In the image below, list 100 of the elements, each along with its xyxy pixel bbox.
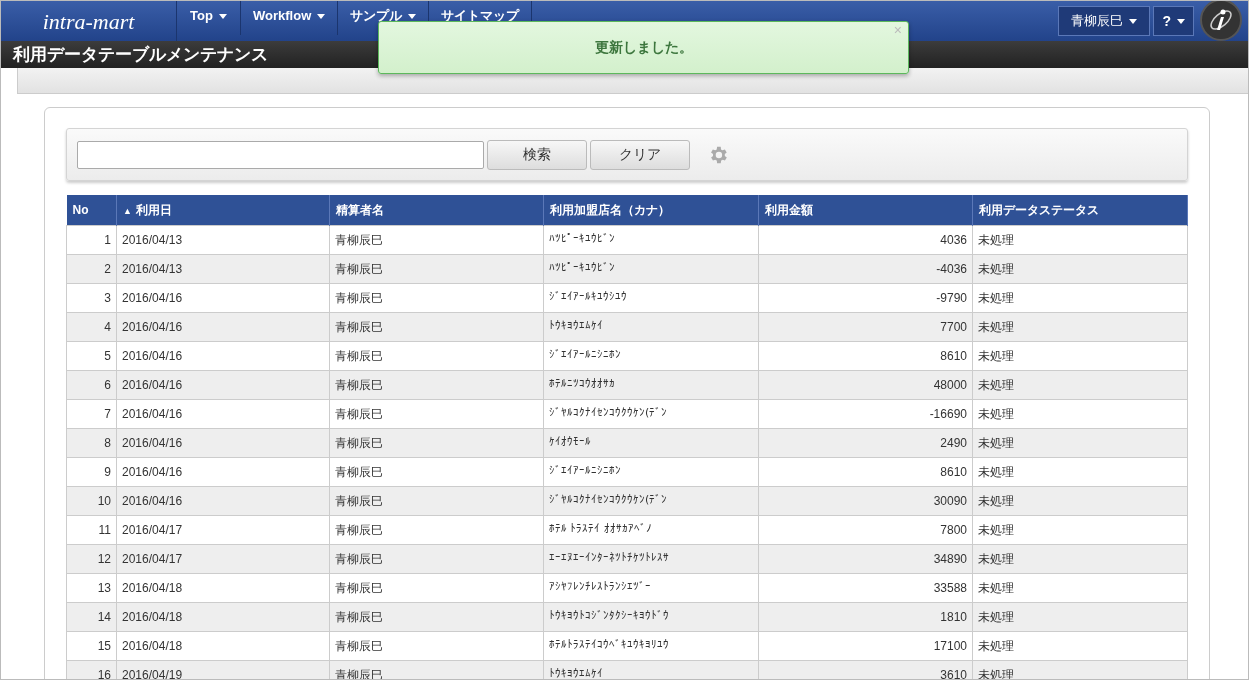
table-cell: 青柳辰巳 <box>335 348 383 363</box>
column-header[interactable]: 利用金額 <box>758 195 973 225</box>
table-cell: 30090 <box>933 493 967 508</box>
table-cell: 青柳辰巳 <box>335 493 383 508</box>
table-cell: 青柳辰巳 <box>335 319 383 334</box>
logo[interactable]: intra-mart <box>42 4 135 38</box>
table-cell: 48000 <box>933 377 967 392</box>
table-cell: 8 <box>104 435 111 450</box>
table-cell: ﾎﾃﾙ ﾄﾗｽﾃｲ ｵｵｻｶｱﾍﾞﾉ <box>549 522 652 536</box>
table-cell: 3 <box>104 290 111 305</box>
column-header[interactable]: 利用加盟店名（カナ） <box>543 195 759 225</box>
caret-icon <box>1129 18 1138 24</box>
table-cell: 8610 <box>940 348 967 363</box>
table-cell: 青柳辰巳 <box>335 464 383 479</box>
table-cell: 2016/04/16 <box>122 290 183 305</box>
table-cell: 未処理 <box>978 377 1014 392</box>
table-cell: 未処理 <box>978 435 1014 450</box>
table-cell: 9 <box>104 464 111 479</box>
table-cell: 13 <box>97 580 111 595</box>
table-cell: ｼﾞｴｲｱｰﾙｷﾕｳｼﾕｳ <box>549 290 627 304</box>
help-menu-button[interactable]: ? <box>1153 6 1194 36</box>
user-menu-button[interactable]: 青柳辰巳 <box>1058 6 1151 36</box>
table-cell: 未処理 <box>978 638 1014 653</box>
table-cell: 青柳辰巳 <box>335 290 383 305</box>
table-cell: ﾊﾂﾋﾟｰｷﾕｳﾋﾞﾝ <box>549 261 615 275</box>
table-cell: 2016/04/17 <box>122 522 183 537</box>
table-cell: 1810 <box>940 609 967 624</box>
table-cell: ﾊﾂﾋﾟｰｷﾕｳﾋﾞﾝ <box>549 232 615 246</box>
table-cell: 7 <box>104 406 111 421</box>
sort-icon: ▲ <box>123 205 132 216</box>
column-header[interactable]: No <box>66 195 117 225</box>
table-cell: 未処理 <box>978 580 1014 595</box>
table-cell: 未処理 <box>978 493 1014 508</box>
column-header[interactable]: ▲ 利用日 <box>116 195 330 225</box>
table-cell: 2016/04/19 <box>122 667 183 679</box>
table-cell: ｱｼﾔﾌﾚﾝﾁﾚｽﾄﾗﾝｼｴﾂﾞｰ <box>549 580 651 594</box>
table-cell: ｼﾞﾔﾙｺｸﾅｲｾﾝｺｳｸｳｹﾝ(ﾃﾞﾝ <box>549 406 668 420</box>
table-cell: 2 <box>104 261 111 276</box>
table-cell: 2016/04/16 <box>122 464 183 479</box>
table-cell: 33588 <box>933 580 967 595</box>
table-cell: ｼﾞｴｲｱｰﾙﾆｼﾆﾎﾝ <box>549 464 621 478</box>
search-panel-button[interactable]: 検索 <box>487 139 587 170</box>
table-cell: 青柳辰巳 <box>335 261 383 276</box>
table-cell: ｴｰｴﾇｴｰｲﾝﾀｰﾈﾂﾄﾁｹﾂﾄﾚｽｻ <box>549 551 669 565</box>
table-cell: 2016/04/17 <box>122 551 183 566</box>
table-cell: ﾄｳｷﾖｳｴﾑｹｲ <box>549 667 603 679</box>
table-cell: 15 <box>97 638 111 653</box>
table-cell: 11 <box>98 522 111 537</box>
table-cell: 青柳辰巳 <box>335 377 383 392</box>
table-cell: 4036 <box>940 232 967 247</box>
table-cell: 2016/04/16 <box>122 377 183 392</box>
table-cell: -4036 <box>936 261 967 276</box>
table-cell: 3610 <box>940 667 967 679</box>
table-cell: 8610 <box>940 464 967 479</box>
caret-icon <box>1177 18 1185 24</box>
table-cell: -16690 <box>929 406 967 421</box>
table-cell: 2016/04/18 <box>122 580 183 595</box>
nav-menu-item[interactable]: Workflow <box>241 1 339 35</box>
table-cell: 2016/04/16 <box>122 435 183 450</box>
table-cell: 4 <box>104 319 111 334</box>
table-cell: 青柳辰巳 <box>335 232 383 247</box>
table-cell: 未処理 <box>978 319 1014 334</box>
table-cell: -9790 <box>936 290 967 305</box>
table-cell: 青柳辰巳 <box>335 580 383 595</box>
table-cell: 2016/04/16 <box>122 348 183 363</box>
table-cell: ｹｲｵｳﾓｰﾙ <box>549 435 591 449</box>
search-field[interactable] <box>77 140 484 169</box>
table-cell: 6 <box>104 377 111 392</box>
table-cell: 未処理 <box>978 464 1014 479</box>
column-label: 精算者名 <box>336 202 384 217</box>
table-cell: 未処理 <box>978 406 1014 421</box>
table-cell: 未処理 <box>978 348 1014 363</box>
table-cell: 2016/04/16 <box>122 493 183 508</box>
table-cell: 2016/04/13 <box>122 232 183 247</box>
column-label: 利用金額 <box>765 202 813 217</box>
column-header[interactable]: 利用データステータス <box>972 195 1188 225</box>
table-cell: ﾄｳｷﾖｳﾄｺｼﾞﾝﾀｸｼｰｷﾖｳﾄﾞｳ <box>549 609 669 623</box>
table-cell: 青柳辰巳 <box>335 638 383 653</box>
table-cell: 7700 <box>940 319 967 334</box>
nav-menu-item[interactable]: Top <box>177 1 241 35</box>
column-label: 利用加盟店名（カナ） <box>550 202 670 217</box>
column-label: No <box>72 202 89 217</box>
table-cell: 34890 <box>933 551 967 566</box>
table-cell: 2490 <box>940 435 967 450</box>
column-header[interactable]: 精算者名 <box>329 195 544 225</box>
search-panel-button[interactable]: クリア <box>590 139 690 170</box>
table-cell: 16 <box>97 667 111 679</box>
info-logo-icon[interactable] <box>1200 1 1242 41</box>
table-cell: 2016/04/13 <box>122 261 183 276</box>
table-cell: ﾎﾃﾙﾆﾂｺｳｵｵｻｶ <box>549 377 615 391</box>
table-cell: ﾄｳｷﾖｳｴﾑｹｲ <box>549 319 603 333</box>
table-cell: 青柳辰巳 <box>335 435 383 450</box>
table-cell: 未処理 <box>978 261 1014 276</box>
table-cell: 未処理 <box>978 522 1014 537</box>
table-cell: 14 <box>97 609 111 624</box>
table-cell: 未処理 <box>978 551 1014 566</box>
table-cell: 10 <box>97 493 111 508</box>
table-cell: 1 <box>104 232 111 247</box>
table-cell: 青柳辰巳 <box>335 406 383 421</box>
table-cell: 12 <box>97 551 111 566</box>
